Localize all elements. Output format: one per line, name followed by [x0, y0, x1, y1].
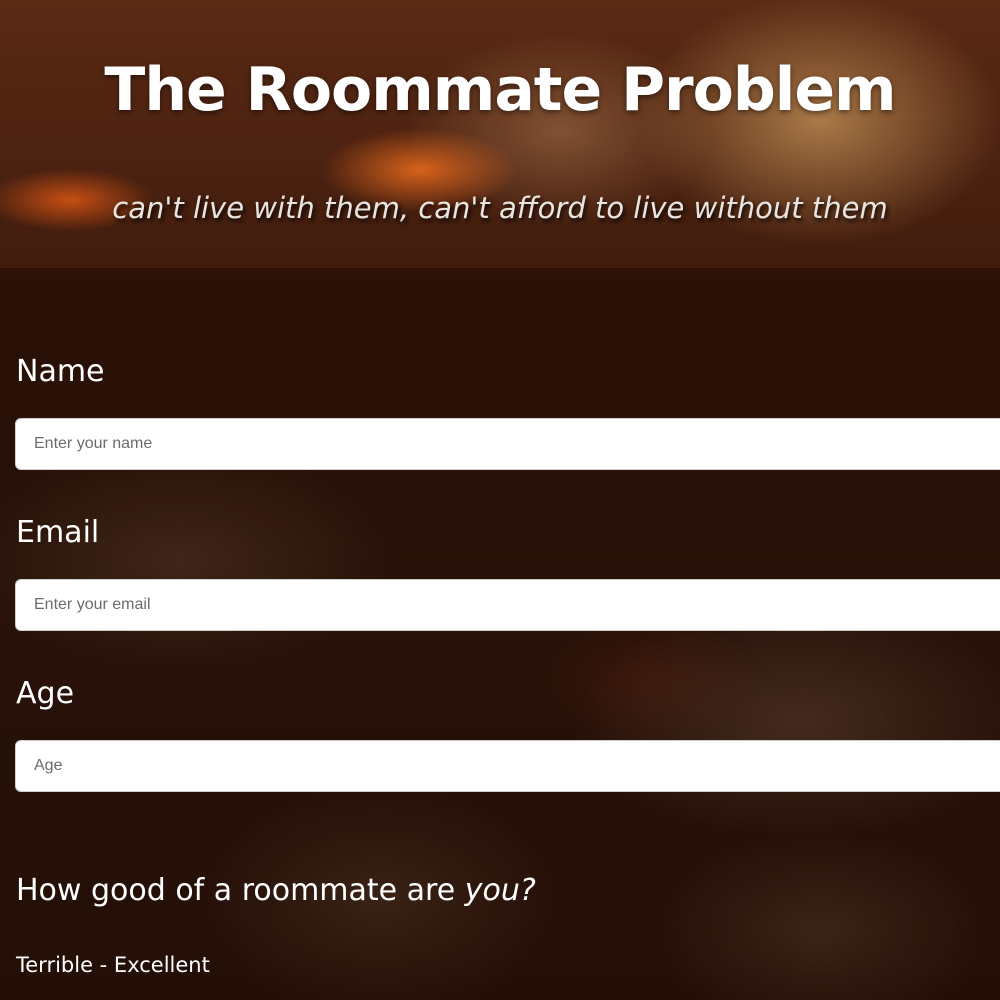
- rating-question-text: How good of a roommate are: [16, 873, 465, 908]
- page-header: The Roommate Problem can't live with the…: [0, 0, 1000, 268]
- email-input[interactable]: [15, 579, 1000, 631]
- email-label: Email: [16, 515, 100, 550]
- rating-question-emphasis: you?: [464, 873, 536, 908]
- age-label: Age: [16, 676, 75, 711]
- age-input[interactable]: [15, 740, 1000, 792]
- rating-question: How good of a roommate are you?: [16, 871, 536, 911]
- rating-scale-label: Terrible - Excellent: [16, 953, 210, 977]
- page-subtitle: can't live with them, can't afford to li…: [112, 191, 888, 225]
- name-input[interactable]: [15, 418, 1000, 470]
- name-label: Name: [16, 354, 105, 389]
- page-title: The Roommate Problem: [104, 55, 896, 125]
